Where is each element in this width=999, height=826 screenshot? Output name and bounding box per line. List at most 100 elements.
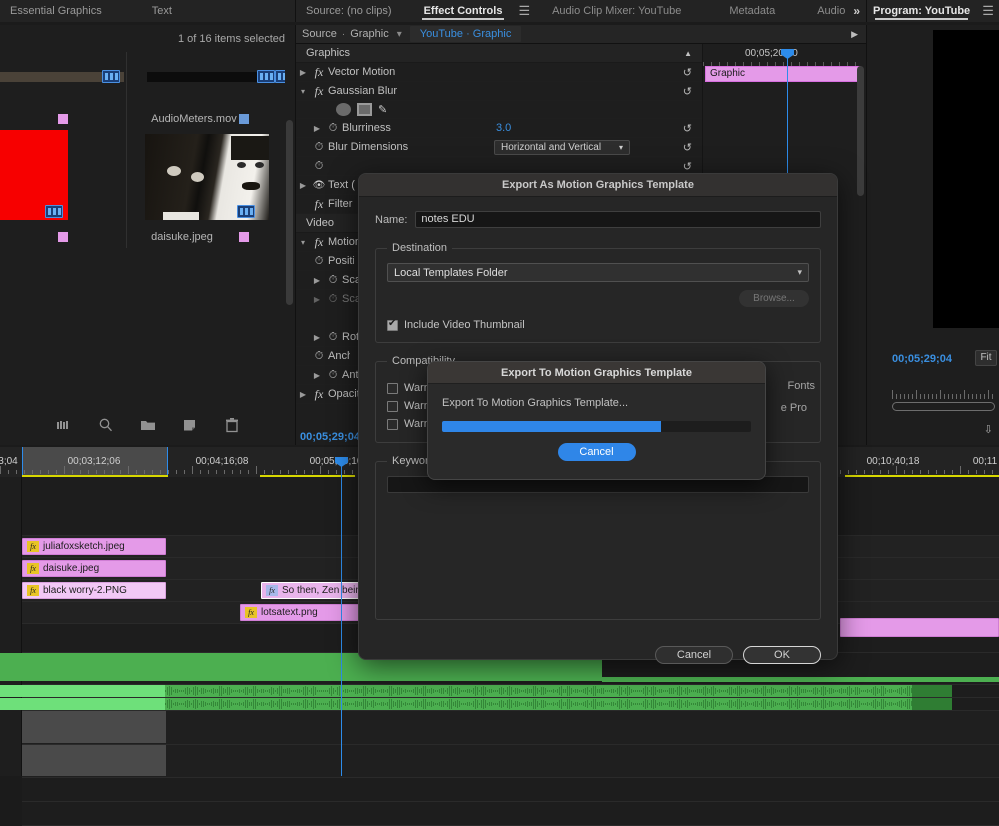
effect-controls-timecode[interactable]: 00;05;29;04 xyxy=(300,431,360,443)
timeline-track-headers[interactable] xyxy=(0,477,22,776)
dialog-button-row[interactable]: Cancel OK xyxy=(359,646,837,664)
rectangle-mask-icon[interactable] xyxy=(357,103,372,116)
program-fit-dropdown[interactable]: Fit xyxy=(975,350,997,366)
timeline-playhead[interactable] xyxy=(341,465,342,776)
project-item-red-clip[interactable] xyxy=(0,130,128,226)
search-icon[interactable] xyxy=(98,417,114,433)
effect-controls-clip-bar[interactable]: Source · Graphic ▾ YouTube · Graphic ▶ xyxy=(296,25,866,44)
tab-text[interactable]: Text xyxy=(142,0,182,22)
effect-row-blur-dimensions[interactable]: ⏱ Blur Dimensions Horizontal and Vertica… xyxy=(296,138,702,157)
reset-icon[interactable]: ↺ xyxy=(683,160,692,173)
pen-mask-icon[interactable]: ✎ xyxy=(378,103,387,116)
mask-shape-tools[interactable]: ✎ xyxy=(296,101,702,119)
stopwatch-icon[interactable]: ⏱ xyxy=(310,160,328,173)
chevron-up-icon[interactable]: ▲ xyxy=(684,49,692,58)
chevron-right-icon[interactable]: ▶ xyxy=(310,371,324,380)
effect-row-vector-motion[interactable]: ▶ fx Vector Motion ↺ xyxy=(296,63,702,82)
tab-audio-clip-mixer[interactable]: Audio Clip Mixer: YouTube xyxy=(542,0,691,22)
tab-program-youtube[interactable]: Program: YouTube xyxy=(867,0,976,22)
browse-button[interactable]: Browse... xyxy=(739,290,809,307)
track-a3[interactable] xyxy=(0,698,999,711)
chevron-down-icon[interactable]: ▾ xyxy=(296,87,310,96)
chevron-right-icon[interactable]: ▶ xyxy=(296,68,310,77)
tab-overflow-icon[interactable]: » xyxy=(847,4,866,18)
table-row[interactable] xyxy=(0,52,285,108)
cancel-button[interactable]: Cancel xyxy=(655,646,733,664)
program-video-surface[interactable] xyxy=(933,30,999,328)
reset-icon[interactable]: ↺ xyxy=(683,141,692,154)
effect-sequence-label[interactable]: YouTube · Graphic xyxy=(409,26,522,42)
param-value[interactable]: 3.0 xyxy=(496,122,511,134)
destination-group[interactable]: Destination Local Templates Folder ▾ Bro… xyxy=(375,242,821,343)
chevron-right-icon[interactable]: ▶ xyxy=(310,333,324,342)
new-bin-icon[interactable] xyxy=(140,417,156,433)
audio-clip[interactable] xyxy=(912,698,952,710)
panel-tabbar-right[interactable]: Program: YouTube ☰ xyxy=(867,0,999,22)
audio-clip[interactable] xyxy=(0,698,165,710)
tab-essential-graphics[interactable]: Essential Graphics xyxy=(0,0,112,22)
include-thumbnail-checkbox[interactable] xyxy=(387,318,398,331)
program-timecode[interactable]: 00;05;29;04 xyxy=(892,353,952,365)
stopwatch-icon[interactable]: ⏱ xyxy=(310,350,328,363)
timeline-clip[interactable]: fx juliafoxsketch.jpeg xyxy=(22,538,166,555)
list-view-icon[interactable] xyxy=(56,417,72,433)
mini-timeline-clip[interactable]: Graphic xyxy=(705,66,861,82)
warn-checkbox[interactable] xyxy=(387,382,398,394)
chevron-right-icon[interactable]: ▶ xyxy=(310,276,324,285)
audio-header-block[interactable] xyxy=(22,711,166,743)
mini-timeline-scrollbar[interactable] xyxy=(857,66,864,196)
effect-row-blurriness[interactable]: ▶ ⏱ Blurriness 3.0 ↺ xyxy=(296,119,702,138)
include-thumbnail-row[interactable]: Include Video Thumbnail xyxy=(387,318,809,331)
stopwatch-icon[interactable]: ⏱ xyxy=(324,122,342,135)
panel-tabbar-left[interactable]: Essential Graphics Text xyxy=(0,0,296,22)
stopwatch-icon[interactable]: ⏱ xyxy=(324,369,342,382)
panel-tabbar-center[interactable]: Source: (no clips) Effect Controls ☰ Aud… xyxy=(296,0,867,22)
stopwatch-icon[interactable]: ⏱ xyxy=(310,255,328,268)
reset-icon[interactable]: ↺ xyxy=(683,66,692,79)
ok-button[interactable]: OK xyxy=(743,646,821,664)
tab-metadata[interactable]: Metadata xyxy=(719,0,785,22)
tab-effect-controls[interactable]: Effect Controls xyxy=(414,0,513,22)
tab-source[interactable]: Source: (no clips) xyxy=(296,0,402,22)
project-panel[interactable]: 1 of 16 items selected AudioMeters.mov d… xyxy=(0,25,296,445)
ellipse-mask-icon[interactable] xyxy=(336,103,351,116)
program-scrub-bar[interactable] xyxy=(892,402,995,411)
timeline-clip-right[interactable] xyxy=(840,618,999,637)
name-field-row[interactable]: Name: notes EDU xyxy=(375,211,821,228)
export-progress-dialog[interactable]: Export To Motion Graphics Template Expor… xyxy=(427,361,766,480)
audio-clip[interactable] xyxy=(0,685,165,697)
timeline-clip[interactable]: fx daisuke.jpeg xyxy=(22,560,166,577)
project-item-daisuke-thumb[interactable] xyxy=(127,130,285,226)
delete-icon[interactable] xyxy=(224,417,240,433)
destination-dropdown[interactable]: Local Templates Folder ▾ xyxy=(387,263,809,282)
progress-cancel-button[interactable]: Cancel xyxy=(557,443,636,461)
section-header-graphics[interactable]: Graphics ▲ xyxy=(296,44,702,63)
blur-dimensions-dropdown[interactable]: Horizontal and Vertical ▾ xyxy=(494,139,630,155)
timeline-clip[interactable]: fx black worry-2.PNG xyxy=(22,582,166,599)
audio-clip[interactable] xyxy=(912,685,952,697)
track-a7[interactable] xyxy=(22,802,999,826)
chevron-right-icon[interactable]: ▶ xyxy=(296,181,310,190)
audio-clip[interactable] xyxy=(165,698,940,710)
tab-audio-track-mixer[interactable]: Audio Track Mixer: You xyxy=(807,0,847,22)
export-frame-icon[interactable]: ⇩ xyxy=(984,423,993,436)
effect-row-gaussian-blur[interactable]: ▾ fx Gaussian Blur ↺ xyxy=(296,82,702,101)
track-a4[interactable] xyxy=(22,711,999,745)
audio-header-block[interactable] xyxy=(22,745,166,776)
track-a5[interactable] xyxy=(22,745,999,778)
new-item-icon[interactable] xyxy=(182,417,198,433)
reset-icon[interactable]: ↺ xyxy=(683,122,692,135)
program-hamburger-menu-icon[interactable]: ☰ xyxy=(976,3,999,19)
project-item-partial[interactable] xyxy=(0,52,128,108)
project-item-audiometers[interactable] xyxy=(127,52,285,108)
audio-clip[interactable] xyxy=(602,677,999,682)
audio-clip[interactable] xyxy=(165,685,940,697)
reset-icon[interactable]: ↺ xyxy=(683,85,692,98)
project-toolbar[interactable] xyxy=(0,413,295,437)
list-item[interactable]: AudioMeters.mov xyxy=(145,113,237,125)
list-item[interactable]: daisuke.jpeg xyxy=(145,231,213,243)
warn-checkbox[interactable] xyxy=(387,400,398,412)
stopwatch-icon[interactable]: ⏱ xyxy=(310,141,328,154)
name-input[interactable]: notes EDU xyxy=(415,211,821,228)
track-a2[interactable] xyxy=(0,685,999,698)
